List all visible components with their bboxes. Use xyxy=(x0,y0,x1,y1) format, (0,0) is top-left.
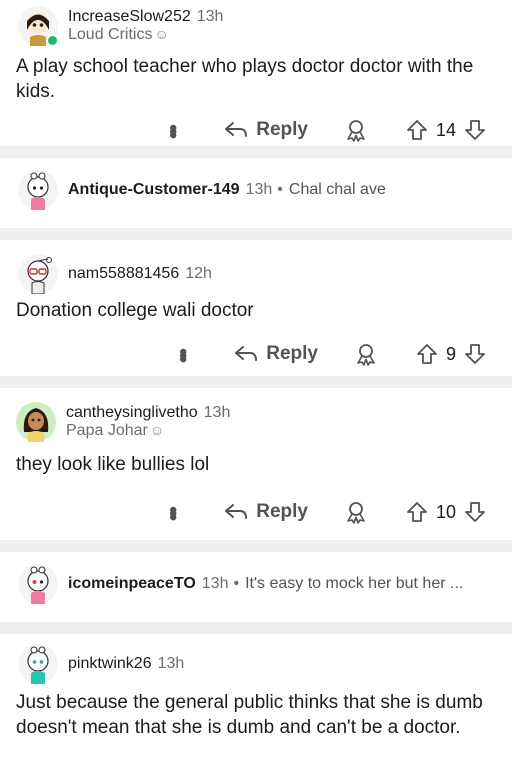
comment-5-collapsed[interactable]: icomeinpeaceTO 13h • It's easy to mock h… xyxy=(0,552,512,622)
reply-button[interactable]: Reply xyxy=(234,343,318,365)
comment-header: IncreaseSlow252 13h Loud Critics ☺ xyxy=(18,6,224,47)
snoo-avatar-icon xyxy=(16,402,56,442)
upvote-icon[interactable] xyxy=(406,501,428,523)
timestamp: 13h xyxy=(245,181,273,198)
downvote-icon[interactable] xyxy=(464,501,486,523)
online-indicator xyxy=(46,34,59,47)
reply-label: Reply xyxy=(266,343,318,364)
comment-header: cantheysinglivetho 13h Papa Johar ☺ xyxy=(16,402,230,442)
reply-button[interactable]: Reply xyxy=(224,119,308,141)
comment-header: pinktwink26 13h xyxy=(18,644,184,684)
user-flair: Papa Johar xyxy=(66,422,148,439)
overflow-dots-icon[interactable]: ••• xyxy=(161,124,186,135)
avatar[interactable] xyxy=(18,254,58,294)
comment-separator xyxy=(0,376,512,388)
award-button[interactable] xyxy=(344,500,368,524)
snoo-avatar-icon xyxy=(18,564,58,604)
comment-body: they look like bullies lol xyxy=(16,454,210,475)
username[interactable]: icomeinpeaceTO xyxy=(68,575,196,593)
username[interactable]: pinktwink26 xyxy=(68,655,152,673)
timestamp: 12h xyxy=(185,265,212,282)
comment-3: nam558881456 12h Donation college wali d… xyxy=(0,240,512,376)
overflow-dots-icon[interactable]: ••• xyxy=(171,348,196,359)
award-button[interactable] xyxy=(354,342,378,366)
downvote-icon[interactable] xyxy=(464,343,486,365)
comment-header: icomeinpeaceTO 13h • It's easy to mock h… xyxy=(18,564,463,604)
timestamp: 13h xyxy=(201,575,229,592)
comment-separator xyxy=(0,622,512,634)
avatar[interactable] xyxy=(18,170,58,210)
award-icon xyxy=(347,502,365,524)
reply-arrow-icon xyxy=(225,122,248,137)
flair-snoo-icon: ☺ xyxy=(154,26,169,42)
snoo-avatar-icon xyxy=(18,644,58,684)
vote-group: 9 xyxy=(416,343,486,365)
vote-score: 9 xyxy=(445,343,456,364)
snoo-avatar-icon xyxy=(18,170,58,210)
snoo-avatar-icon xyxy=(18,254,58,294)
award-button[interactable] xyxy=(344,118,368,142)
vote-score: 14 xyxy=(435,119,456,140)
comment-body: Donation college wali doctor xyxy=(16,300,254,321)
timestamp: 13h xyxy=(196,8,224,25)
timestamp: 13h xyxy=(157,655,185,672)
comment-actions: ••• Reply 14 xyxy=(0,108,512,152)
reply-arrow-icon xyxy=(235,346,258,361)
username[interactable]: nam558881456 xyxy=(68,265,179,283)
comment-separator xyxy=(0,228,512,240)
comment-body: A play school teacher who plays doctor d… xyxy=(16,56,474,102)
comment-body: Just because the general public thinks t… xyxy=(16,692,483,738)
user-flair: Loud Critics xyxy=(68,26,153,43)
avatar[interactable] xyxy=(18,6,59,47)
avatar[interactable] xyxy=(18,644,58,684)
username[interactable]: Antique-Customer-149 xyxy=(68,181,240,199)
upvote-icon[interactable] xyxy=(416,343,438,365)
reply-label: Reply xyxy=(256,501,308,522)
vote-score: 10 xyxy=(435,501,456,522)
overflow-dots-icon[interactable]: ••• xyxy=(161,506,186,517)
flair-snoo-icon: ☺ xyxy=(149,422,165,438)
upvote-icon[interactable] xyxy=(406,119,428,141)
comment-1: IncreaseSlow252 13h Loud Critics ☺ A play … xyxy=(0,0,512,146)
comment-actions: ••• Reply 10 xyxy=(0,490,512,534)
comment-preview: It's easy to mock her but her ... xyxy=(245,575,464,592)
award-icon xyxy=(357,344,375,366)
separator-bullet: • xyxy=(277,181,283,198)
comment-preview: Chal chal ave xyxy=(288,181,386,198)
separator-bullet: • xyxy=(233,575,240,592)
comment-4: cantheysinglivetho 13h Papa Johar ☺ they l… xyxy=(0,388,512,540)
vote-group: 14 xyxy=(406,119,486,141)
reply-button[interactable]: Reply xyxy=(224,501,308,523)
avatar[interactable] xyxy=(18,564,58,604)
reply-label: Reply xyxy=(256,119,308,140)
vote-group: 10 xyxy=(406,501,486,523)
comment-actions: ••• Reply 9 xyxy=(0,332,512,376)
downvote-icon[interactable] xyxy=(464,119,486,141)
comment-separator xyxy=(0,540,512,552)
comment-2-collapsed[interactable]: Antique-Customer-149 13h • Chal chal ave xyxy=(0,158,512,228)
comment-header: nam558881456 12h xyxy=(18,254,212,294)
award-icon xyxy=(347,120,365,142)
timestamp: 13h xyxy=(203,404,231,421)
reply-arrow-icon xyxy=(225,504,248,519)
username[interactable]: cantheysinglivetho xyxy=(66,404,198,421)
username[interactable]: IncreaseSlow252 xyxy=(68,8,191,25)
comment-6: pinktwink26 13h Just because the general… xyxy=(0,634,512,776)
comment-header: Antique-Customer-149 13h • Chal chal ave xyxy=(18,170,386,210)
avatar[interactable] xyxy=(16,402,56,442)
